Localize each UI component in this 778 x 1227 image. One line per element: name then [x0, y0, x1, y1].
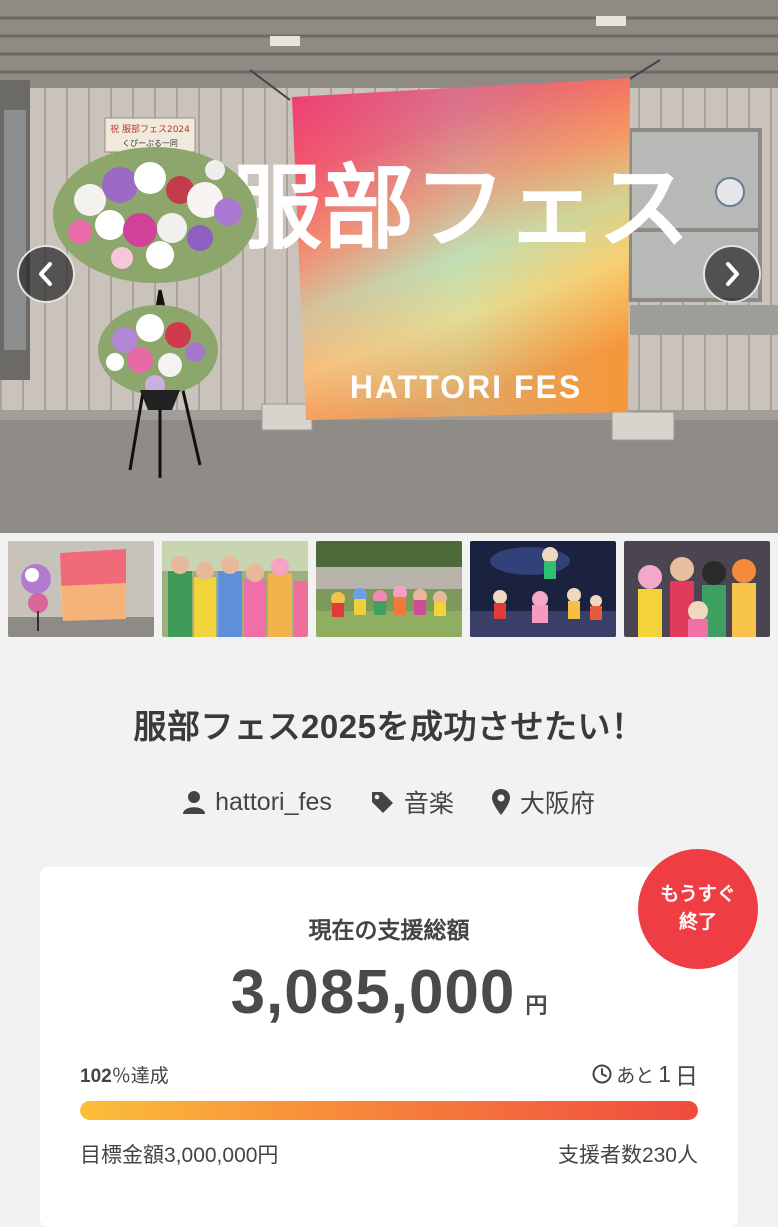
tag-icon	[371, 792, 393, 813]
achievement-rate: 102％達成	[80, 1061, 169, 1088]
chevron-right-icon	[726, 262, 739, 286]
remaining-time: あと 1 日	[592, 1057, 698, 1091]
badge-line-1: もうすぐ	[660, 884, 736, 905]
flower-bouquet-bottom	[98, 305, 218, 395]
owner-link[interactable]: hattori_fes	[183, 788, 332, 817]
thumbnail-3[interactable]	[316, 541, 462, 637]
thumbnail-2[interactable]	[162, 541, 308, 637]
remaining-days: 1	[658, 1060, 671, 1087]
progress-bar	[80, 1101, 698, 1120]
progress-bar-fill	[80, 1101, 698, 1120]
thumbnail-5[interactable]	[624, 541, 770, 637]
currency-unit: 円	[525, 993, 548, 1018]
total-label: 現在の支援総額	[308, 917, 470, 943]
project-title: 服部フェス2025を成功させたい！	[133, 708, 645, 745]
hero-carousel[interactable]: 服部フェス HATTORI FES 祝 服部フェス2024 くぴーぷる一同	[0, 0, 778, 533]
total-amount: 3,085,000	[230, 958, 516, 1027]
flower-sign-text: 祝 服部フェス2024	[110, 123, 190, 135]
flower-sign-subtext: くぴーぷる一同	[122, 139, 178, 148]
banner-subtitle: HATTORI FES	[350, 369, 582, 405]
badge-line-2: 終了	[678, 912, 717, 933]
total-amount-row: 3,085,000 円	[40, 957, 738, 1028]
thumbnail-1[interactable]	[8, 541, 154, 637]
achievement-percent: 102	[80, 1066, 112, 1087]
location-pin-icon	[491, 789, 510, 815]
user-icon	[183, 791, 206, 814]
achievement-suffix: ％達成	[111, 1066, 169, 1087]
banner-title: 服部フェス	[230, 155, 690, 262]
goal-amount: 目標金額3,000,000円	[80, 1144, 279, 1167]
backer-count: 支援者数230人	[557, 1144, 698, 1167]
category-link[interactable]: 音楽	[370, 784, 454, 820]
carousel-next-button[interactable]	[703, 245, 761, 303]
thumbnail-strip	[8, 541, 770, 637]
chevron-left-icon	[39, 262, 52, 286]
hero-image: 服部フェス HATTORI FES 祝 服部フェス2024 くぴーぷる一同	[0, 0, 778, 533]
location-link[interactable]: 大阪府	[491, 784, 595, 820]
clock-icon	[592, 1064, 612, 1084]
project-meta: hattori_fes 音楽 大阪府	[0, 784, 778, 820]
owner-name: hattori_fes	[215, 787, 332, 816]
category-name: 音楽	[403, 790, 454, 818]
remaining-unit: 日	[675, 1063, 698, 1089]
location-name: 大阪府	[519, 790, 595, 818]
remaining-prefix: あと	[616, 1065, 655, 1087]
ending-soon-badge: もうすぐ 終了	[638, 849, 758, 969]
funding-stats-card: 現在の支援総額 3,085,000 円 102％達成 あと 1 日 目標金額3,0…	[40, 867, 738, 1227]
flower-bouquet-top	[53, 147, 257, 283]
thumbnail-4[interactable]	[470, 541, 616, 637]
carousel-prev-button[interactable]	[17, 245, 75, 303]
